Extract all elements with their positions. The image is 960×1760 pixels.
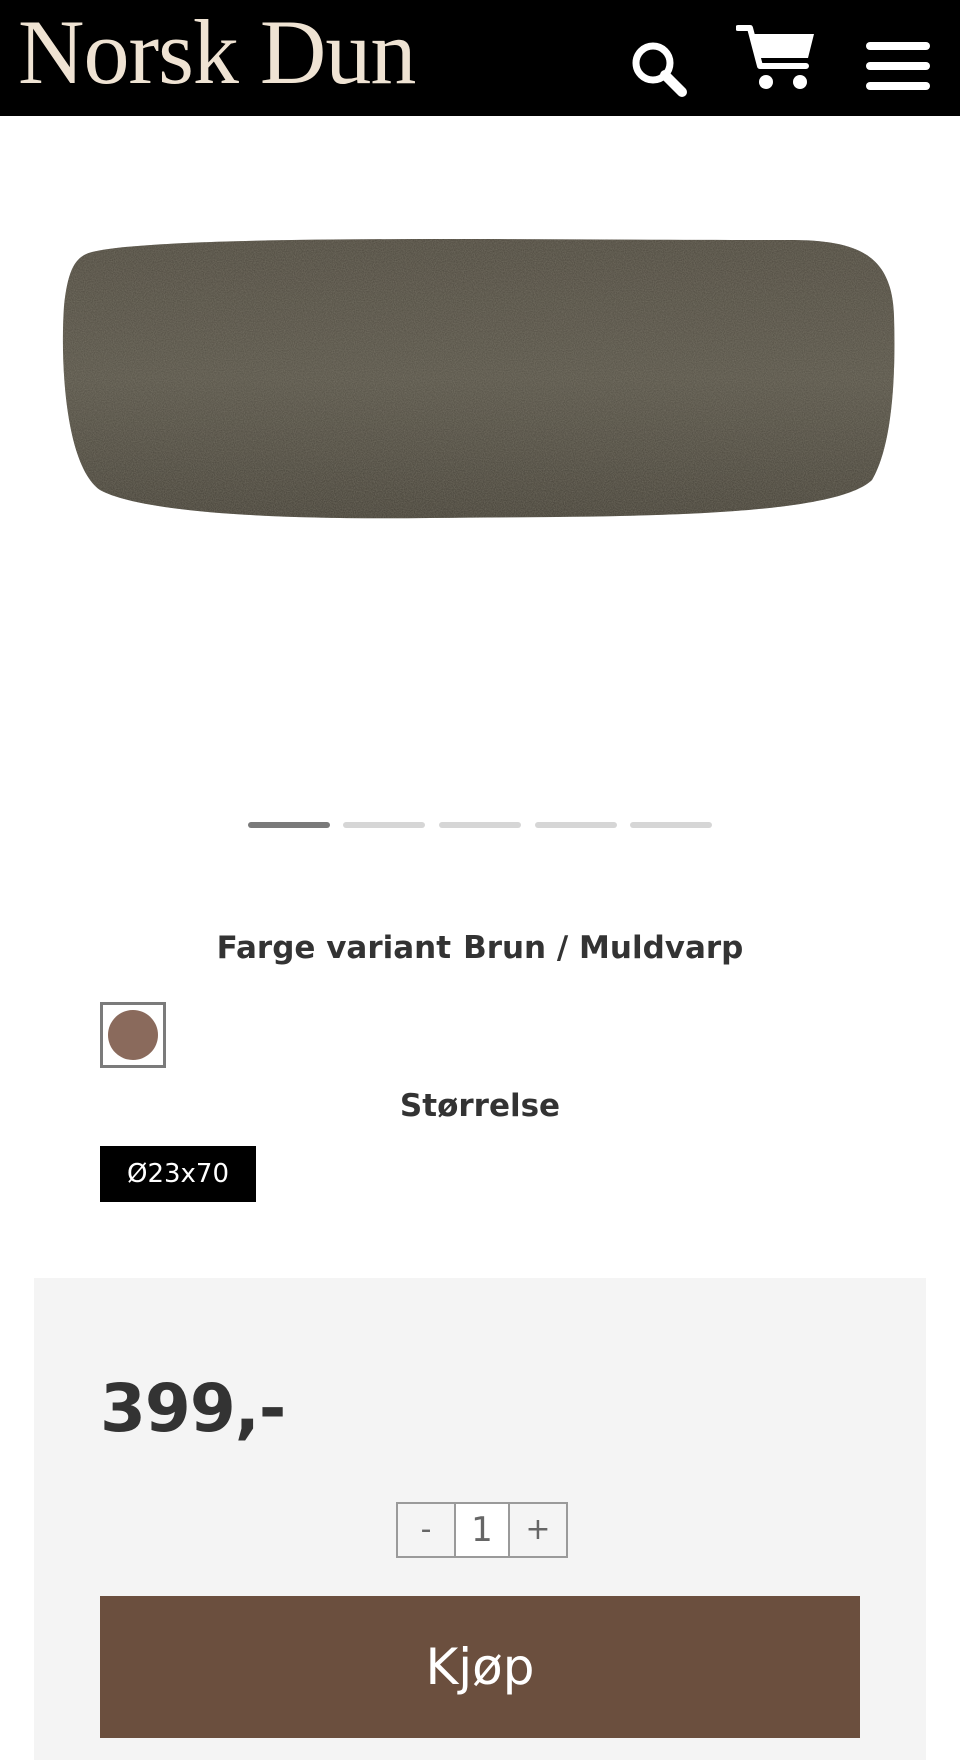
carousel-dot[interactable] [248, 822, 330, 828]
quantity-increment-button[interactable]: + [510, 1504, 566, 1556]
purchase-panel: 399,- - 1 + Kjøp [34, 1278, 926, 1760]
buy-button[interactable]: Kjøp [100, 1596, 860, 1738]
quantity-stepper: - 1 + [396, 1502, 568, 1558]
cart-icon[interactable] [736, 22, 818, 94]
color-variant-heading: Farge variant Brun / Muldvarp [0, 930, 960, 966]
color-variant-label: Farge variant [216, 930, 452, 966]
carousel-dot[interactable] [535, 822, 617, 828]
search-icon[interactable] [628, 38, 690, 100]
bolster-pillow-image [62, 239, 895, 519]
color-swatch-circle [108, 1010, 158, 1060]
size-heading: Størrelse [399, 1088, 561, 1124]
site-header: Norsk Dun [0, 0, 960, 116]
carousel-dot[interactable] [630, 822, 712, 828]
product-image[interactable] [0, 116, 960, 796]
carousel-indicators [248, 822, 712, 830]
carousel-dot[interactable] [343, 822, 425, 828]
size-option-button[interactable]: Ø23x70 [100, 1146, 256, 1202]
menu-icon[interactable] [866, 42, 930, 90]
site-logo[interactable]: Norsk Dun [18, 2, 416, 102]
product-price: 399,- [100, 1370, 286, 1447]
carousel-dot[interactable] [439, 822, 521, 828]
quantity-input[interactable]: 1 [454, 1504, 510, 1556]
quantity-decrement-button[interactable]: - [398, 1504, 454, 1556]
color-variant-value: Brun / Muldvarp [463, 930, 744, 966]
color-swatch-brown[interactable] [100, 1002, 166, 1068]
